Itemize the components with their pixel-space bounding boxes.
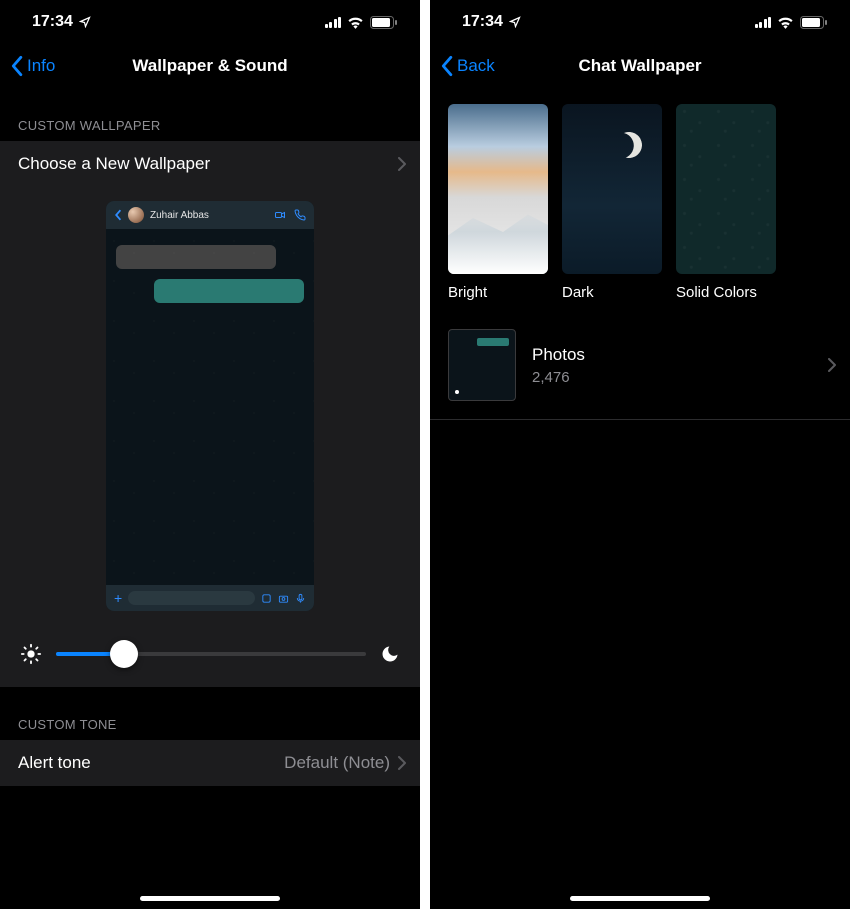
chevron-right-icon	[398, 756, 406, 770]
chat-avatar	[128, 207, 144, 223]
bright-label: Bright	[448, 284, 548, 301]
incoming-bubble	[116, 245, 276, 269]
nav-bar: Info Wallpaper & Sound	[0, 44, 420, 88]
status-bar: 17:34	[430, 0, 850, 44]
brightness-slider[interactable]	[56, 652, 366, 656]
brightness-slider-row	[0, 625, 420, 687]
dark-label: Dark	[562, 284, 662, 301]
sun-icon	[20, 643, 42, 665]
wallpaper-category-solid[interactable]: Solid Colors	[676, 104, 776, 301]
chat-contact-name: Zuhair Abbas	[150, 210, 268, 221]
back-button[interactable]: Back	[440, 55, 495, 77]
alert-tone-row[interactable]: Alert tone Default (Note)	[0, 740, 420, 786]
wallpaper-category-bright[interactable]: Bright	[448, 104, 548, 301]
chevron-right-icon	[398, 157, 406, 171]
wallpaper-preview: Zuhair Abbas +	[0, 187, 420, 625]
solid-thumbnail	[676, 104, 776, 274]
alert-tone-label: Alert tone	[18, 753, 91, 773]
bright-thumbnail	[448, 104, 548, 274]
nav-bar: Back Chat Wallpaper	[430, 44, 850, 88]
status-time: 17:34	[32, 13, 73, 31]
choose-new-wallpaper-row[interactable]: Choose a New Wallpaper	[0, 141, 420, 187]
wallpaper-category-grid: Bright Dark Solid Colors	[430, 88, 850, 311]
brightness-slider-thumb[interactable]	[110, 640, 138, 668]
camera-icon	[278, 593, 289, 604]
nav-title: Wallpaper & Sound	[0, 56, 420, 76]
cellular-icon	[755, 17, 772, 28]
photos-label: Photos	[532, 345, 585, 365]
photos-thumbnail	[448, 329, 516, 401]
chevron-right-icon	[828, 358, 836, 372]
attach-icon: +	[114, 591, 122, 605]
alert-tone-value: Default (Note)	[284, 753, 390, 773]
moon-icon	[380, 644, 400, 664]
location-icon	[79, 16, 91, 28]
cellular-icon	[325, 17, 342, 28]
sticker-icon	[261, 593, 272, 604]
battery-icon	[370, 16, 398, 29]
chat-text-input	[128, 591, 255, 605]
back-label: Back	[457, 56, 495, 76]
phone-right: 17:34 Back Chat Wallpaper Bright	[430, 0, 850, 909]
location-icon	[509, 16, 521, 28]
dark-thumbnail	[562, 104, 662, 274]
battery-icon	[800, 16, 828, 29]
section-header-custom-tone: Custom Tone	[0, 687, 420, 740]
status-bar: 17:34	[0, 0, 420, 44]
chat-preview-header: Zuhair Abbas	[106, 201, 314, 229]
photos-row[interactable]: Photos 2,476	[430, 311, 850, 420]
video-call-icon	[274, 209, 286, 221]
chat-preview: Zuhair Abbas +	[106, 201, 314, 611]
status-time: 17:34	[462, 13, 503, 31]
wifi-icon	[347, 16, 364, 29]
outgoing-bubble	[154, 279, 304, 303]
voice-call-icon	[294, 209, 306, 221]
wifi-icon	[777, 16, 794, 29]
back-button[interactable]: Info	[10, 55, 55, 77]
mic-icon	[295, 593, 306, 604]
wallpaper-category-dark[interactable]: Dark	[562, 104, 662, 301]
back-label: Info	[27, 56, 55, 76]
chat-input-bar: +	[106, 585, 314, 611]
chat-preview-body	[106, 229, 314, 585]
home-indicator[interactable]	[140, 896, 280, 901]
solid-label: Solid Colors	[676, 284, 776, 301]
phone-left: 17:34 Info Wallpaper & Sound Custom Wall…	[0, 0, 420, 909]
home-indicator[interactable]	[570, 896, 710, 901]
photos-count: 2,476	[532, 369, 585, 386]
choose-new-wallpaper-label: Choose a New Wallpaper	[18, 154, 210, 174]
chat-back-icon	[114, 209, 122, 221]
section-header-custom-wallpaper: Custom Wallpaper	[0, 88, 420, 141]
